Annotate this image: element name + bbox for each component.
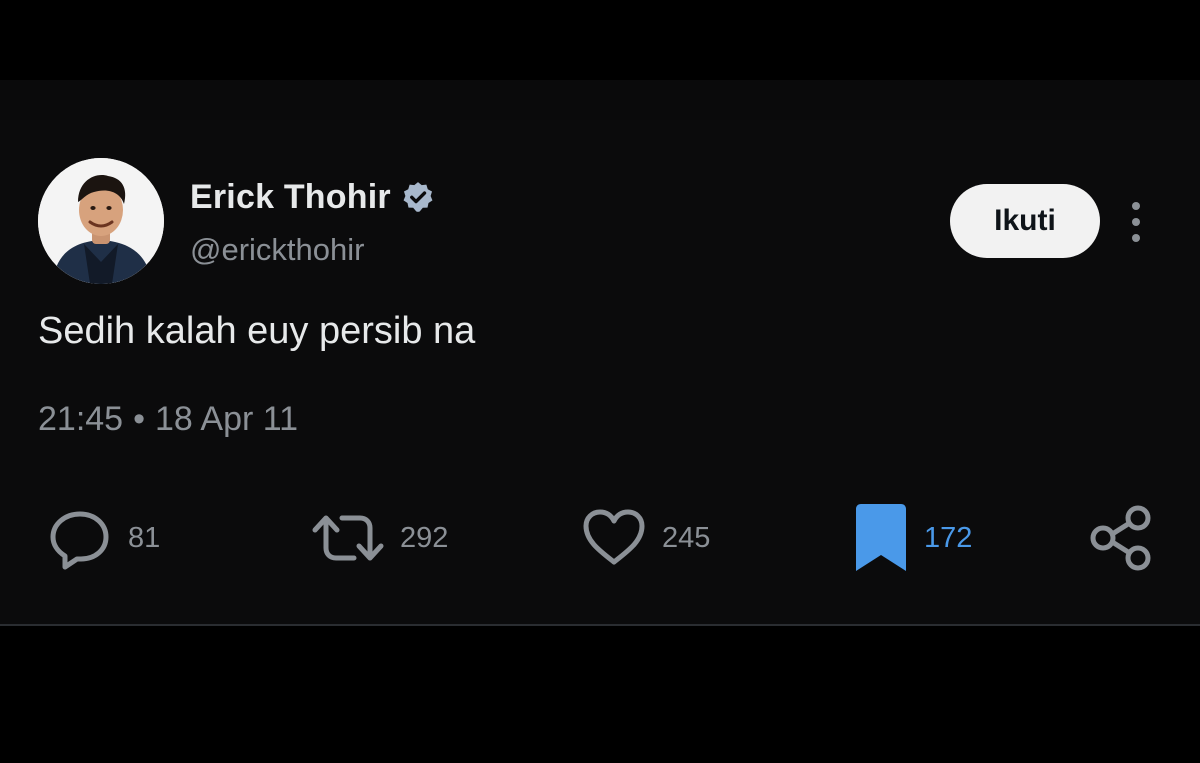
bookmark-button[interactable]: 172: [852, 500, 972, 576]
like-button[interactable]: 245: [580, 500, 710, 576]
top-area: [0, 0, 1200, 80]
bottom-area: [0, 626, 1200, 763]
avatar-illustration: [38, 158, 164, 284]
retweet-count: 292: [400, 521, 449, 554]
share-button[interactable]: [1086, 500, 1156, 576]
timestamp-separator: •: [133, 400, 145, 438]
bookmark-count: 172: [924, 521, 973, 554]
bookmark-icon: [856, 504, 906, 571]
handle[interactable]: @erickthohir: [190, 232, 364, 268]
header-strip: [0, 80, 1200, 120]
timestamp[interactable]: 21:45 • 18 Apr 11: [38, 400, 298, 439]
follow-button[interactable]: Ikuti: [950, 184, 1100, 258]
reply-icon: [50, 511, 109, 570]
retweet-icon: [312, 515, 384, 561]
author-name-row[interactable]: Erick Thohir: [190, 174, 435, 220]
reply-count: 81: [128, 521, 161, 554]
more-options-icon[interactable]: [1126, 200, 1146, 244]
like-count: 245: [662, 521, 711, 554]
share-icon: [1090, 505, 1151, 571]
tweet-text: Sedih kalah euy persib na: [38, 310, 476, 352]
heart-icon: [583, 509, 645, 565]
reply-button[interactable]: 81: [46, 500, 160, 576]
avatar[interactable]: [38, 158, 164, 284]
display-name[interactable]: Erick Thohir: [190, 178, 391, 217]
tweet-date: 18 Apr 11: [155, 400, 299, 438]
verified-badge-icon: [401, 180, 435, 214]
tweet-time: 21:45: [38, 400, 124, 438]
retweet-button[interactable]: 292: [310, 500, 448, 576]
